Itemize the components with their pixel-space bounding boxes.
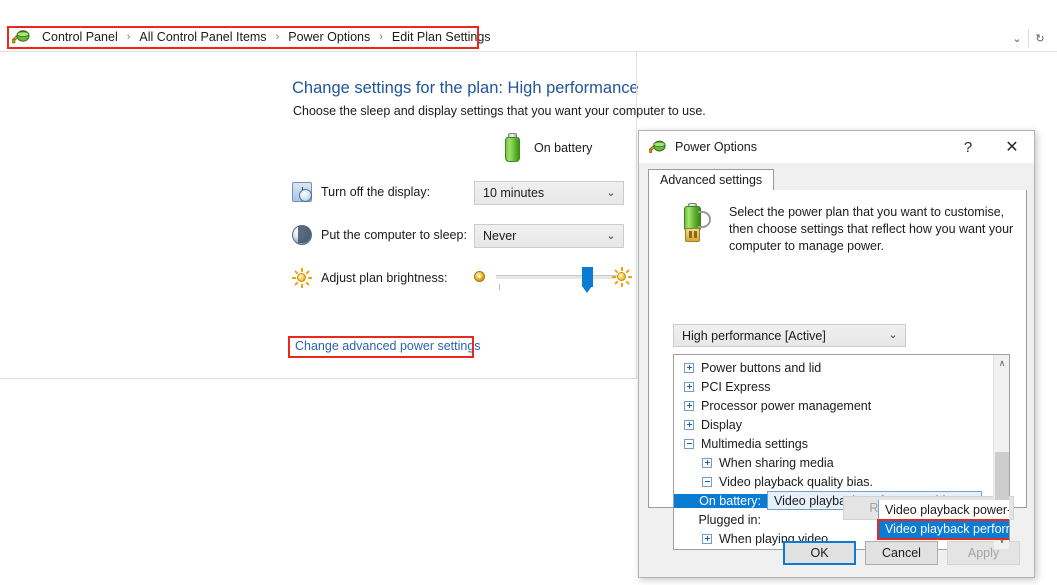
bright-sun-icon xyxy=(612,267,632,287)
ok-button[interactable]: OK xyxy=(783,541,856,565)
brightness-sun-icon xyxy=(292,268,312,288)
expand-toggle-icon[interactable] xyxy=(684,381,694,392)
power-options-icon xyxy=(648,138,667,156)
tree-item-processor-power-management[interactable]: Processor power management xyxy=(674,396,994,415)
chevron-down-icon: ⌄ xyxy=(606,186,616,199)
chevron-down-icon: ⌄ xyxy=(888,329,898,341)
close-icon[interactable]: ✕ xyxy=(990,131,1034,163)
scroll-up-icon[interactable]: ∧ xyxy=(994,355,1009,372)
expand-toggle-icon[interactable] xyxy=(702,457,712,468)
battery-icon xyxy=(503,133,523,163)
tab-advanced-settings[interactable]: Advanced settings xyxy=(648,169,775,191)
tree-item-when-sharing-media[interactable]: When sharing media xyxy=(674,453,994,472)
tree-item-display[interactable]: Display xyxy=(674,415,994,434)
sleep-moon-icon xyxy=(292,225,312,245)
setting-row-brightness: Adjust plan brightness: xyxy=(292,268,447,288)
setting-row-sleep: Put the computer to sleep: xyxy=(292,225,467,245)
expand-toggle-icon[interactable] xyxy=(684,400,694,411)
tree-item-power-buttons-and-lid[interactable]: Power buttons and lid xyxy=(674,358,994,377)
dim-dot-icon xyxy=(474,271,485,282)
column-header-on-battery: On battery xyxy=(503,133,592,163)
tab-panel-advanced-settings: Select the power plan that you want to c… xyxy=(648,190,1027,550)
breadcrumb-separator: › xyxy=(275,31,280,43)
power-options-dialog: Power Options ? ✕ Advanced settings Sele… xyxy=(638,130,1035,578)
sleep-timeout-value: Never xyxy=(483,229,517,243)
breadcrumb-separator: › xyxy=(379,31,383,43)
leaf-label-on-battery: On battery: xyxy=(674,493,767,508)
help-button[interactable]: ? xyxy=(946,131,990,163)
breadcrumb[interactable]: Control Panel › All Control Panel Items … xyxy=(11,26,494,48)
setting-label: Put the computer to sleep: xyxy=(321,228,467,242)
cancel-button[interactable]: Cancel xyxy=(865,541,938,565)
breadcrumb-item-all-control-panel-items[interactable]: All Control Panel Items xyxy=(136,26,269,48)
collapse-toggle-icon[interactable] xyxy=(702,476,712,487)
power-plug-battery-icon xyxy=(677,203,715,244)
dropdown-option-power-saving[interactable]: Video playback power-saving bias. xyxy=(879,500,1009,519)
window-root: Control Panel › All Control Panel Items … xyxy=(0,0,1057,585)
display-timeout-value: 10 minutes xyxy=(483,186,545,200)
apply-button: Apply xyxy=(947,541,1020,565)
breadcrumb-separator: › xyxy=(126,31,131,43)
page-title: Change settings for the plan: High perfo… xyxy=(292,79,639,97)
column-header-label: On battery xyxy=(534,141,593,155)
advanced-link-highlight-box xyxy=(288,336,474,358)
tree-item-label: When sharing media xyxy=(719,455,834,470)
tree-item-label: Multimedia settings xyxy=(701,436,808,451)
slider-tick xyxy=(499,284,500,290)
tree-item-video-playback-quality-bias[interactable]: Video playback quality bias. xyxy=(674,472,994,491)
chevron-down-icon: ⌄ xyxy=(606,229,616,242)
tree-item-label: PCI Express xyxy=(701,379,771,394)
expand-toggle-icon[interactable] xyxy=(684,419,694,430)
dialog-intro-text: Select the power plan that you want to c… xyxy=(729,205,1014,253)
tree-item-label: Power buttons and lid xyxy=(701,360,822,375)
address-bar-controls: ⌄ ↻ xyxy=(1006,27,1051,49)
dialog-intro: Select the power plan that you want to c… xyxy=(677,203,1017,255)
breadcrumb-item-power-options[interactable]: Power Options xyxy=(285,26,373,48)
display-off-icon xyxy=(292,182,312,202)
dialog-title: Power Options xyxy=(675,140,757,154)
collapse-toggle-icon[interactable] xyxy=(684,438,694,449)
breadcrumb-item-control-panel[interactable]: Control Panel xyxy=(39,26,121,48)
leaf-label-plugged-in: Plugged in: xyxy=(698,512,761,527)
content-divider xyxy=(0,378,637,379)
tree-item-pci-express[interactable]: PCI Express xyxy=(674,377,994,396)
advanced-settings-tree[interactable]: Power buttons and lid PCI Express Proces… xyxy=(673,354,1010,550)
tree-item-label: Display xyxy=(701,417,742,432)
page-subtitle: Choose the sleep and display settings th… xyxy=(293,104,706,118)
on-battery-dropdown-list[interactable]: Video playback power-saving bias. Video … xyxy=(878,500,1009,539)
setting-label: Turn off the display: xyxy=(321,185,431,199)
tree-item-multimedia-settings[interactable]: Multimedia settings xyxy=(674,434,994,453)
slider-track[interactable] xyxy=(496,275,617,279)
expand-toggle-icon[interactable] xyxy=(684,362,694,373)
breadcrumb-item-edit-plan-settings[interactable]: Edit Plan Settings xyxy=(389,26,494,48)
setting-label: Adjust plan brightness: xyxy=(321,271,448,285)
sleep-timeout-select[interactable]: Never ⌄ xyxy=(474,224,624,248)
display-timeout-select[interactable]: 10 minutes ⌄ xyxy=(474,181,624,205)
power-plan-value: High performance [Active] xyxy=(682,328,826,343)
refresh-icon[interactable]: ↻ xyxy=(1029,27,1051,49)
slider-thumb[interactable] xyxy=(582,267,593,293)
tab-strip: Advanced settings xyxy=(648,169,1027,191)
chevron-down-icon[interactable]: ⌄ xyxy=(1006,27,1028,49)
power-options-icon xyxy=(11,28,31,46)
brightness-slider[interactable] xyxy=(472,263,632,293)
panel-edge xyxy=(636,52,637,378)
setting-row-turn-off-display: Turn off the display: xyxy=(292,182,430,202)
dialog-button-row: OK Cancel Apply xyxy=(639,541,1036,565)
tree-item-label: Processor power management xyxy=(701,398,872,413)
power-plan-select[interactable]: High performance [Active] ⌄ xyxy=(673,324,906,347)
tree-item-label: Video playback quality bias. xyxy=(719,474,874,489)
dropdown-option-performance[interactable]: Video playback performance bias. xyxy=(879,519,1009,538)
